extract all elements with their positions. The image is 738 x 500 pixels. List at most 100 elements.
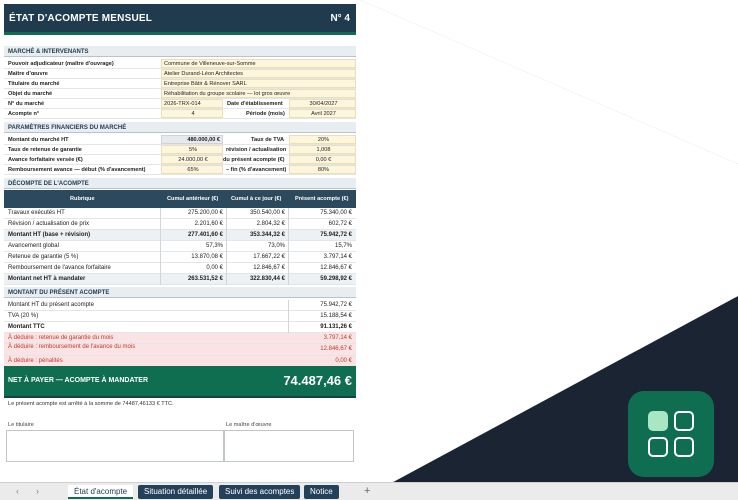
- summary-row: TVA (20 %) 15.188,54 €: [4, 311, 356, 322]
- summary-label: À déduire : pénalités: [8, 358, 63, 364]
- retenue-field[interactable]: 5%: [161, 145, 223, 154]
- summary-value[interactable]: 0,00 €: [289, 358, 352, 364]
- row-acompte: Acompte n° 4 Période (mois) Avril 2027: [4, 109, 356, 119]
- table-row: Révision / actualisation de prix 2.201,6…: [4, 219, 356, 230]
- acompte-field[interactable]: 4: [161, 109, 223, 118]
- tab-suivi-acomptes[interactable]: Suivi des acomptes: [219, 485, 301, 499]
- tab-etat-acompte[interactable]: État d'acompte: [68, 485, 134, 499]
- row-label: Remboursement de l'avance forfaitaire: [8, 265, 111, 271]
- row-retenue: Taux de retenue de garantie 5% révision …: [4, 145, 356, 155]
- sig-moe-label: Le maître d'œuvre: [226, 422, 272, 428]
- date-label: Date d'établissement: [227, 101, 283, 107]
- summary-row-deduction: À déduire : retenue de garantie du mois …: [4, 333, 356, 344]
- cell-present[interactable]: 75.340,00 €: [289, 210, 352, 216]
- summary-value[interactable]: 12.846,67 €: [289, 346, 352, 352]
- cell-present[interactable]: 602,72 €: [289, 221, 352, 227]
- titulaire-label: Titulaire du marché: [8, 81, 60, 87]
- cell-anterieur[interactable]: 0,00 €: [161, 265, 223, 271]
- montant-label: Montant du marché HT: [8, 137, 69, 143]
- summary-row-deduction: À déduire : remboursement de l'avance du…: [4, 344, 356, 356]
- row-avance: Avance forfaitaire versée (€) 24.000,00 …: [4, 155, 356, 165]
- tva-label: Taux de TVA: [251, 137, 285, 143]
- tab-notice[interactable]: Notice: [304, 485, 339, 499]
- cell-anterieur[interactable]: 275.200,00 €: [161, 210, 223, 216]
- table-row-total-ht: Montant HT (base + révision) 277.401,60 …: [4, 230, 356, 241]
- tab-situation-detaillee[interactable]: Situation détaillée: [138, 485, 214, 499]
- cell-present[interactable]: 3.797,14 €: [289, 254, 352, 260]
- net-value: 74.487,46 €: [283, 373, 352, 388]
- summary-row-ttc: Montant TTC 91.131,26 €: [4, 322, 356, 333]
- grid-square-icon: [674, 411, 694, 431]
- tva-field[interactable]: 20%: [289, 135, 356, 144]
- avance-label: Avance forfaitaire versée (€): [8, 157, 83, 163]
- cell-anterieur[interactable]: 57,3%: [161, 243, 223, 249]
- cell-anterieur[interactable]: 13.870,08 €: [161, 254, 223, 260]
- summary-value[interactable]: 75.942,72 €: [289, 302, 352, 308]
- row-remboursement: Remboursement avance — début (% d'avance…: [4, 165, 356, 175]
- cell-anterieur[interactable]: 277.401,60 €: [161, 232, 223, 238]
- cell-present[interactable]: 15,7%: [289, 243, 352, 249]
- pouvoir-label: Pouvoir adjudicateur (maître d'ouvrage): [8, 61, 114, 67]
- row-label: Montant net HT à mandater: [8, 276, 86, 282]
- fin-label: – fin (% d'avancement): [226, 167, 287, 173]
- add-sheet-icon[interactable]: +: [364, 485, 370, 497]
- table-row: Avancement global 57,3% 73,0% 15,7%: [4, 241, 356, 252]
- cell-jour[interactable]: 12.846,67 €: [227, 265, 285, 271]
- sig-titulaire-box[interactable]: [6, 430, 224, 462]
- acompte-number: N° 4: [330, 13, 350, 24]
- cell-jour[interactable]: 350.540,00 €: [227, 210, 285, 216]
- summary-value[interactable]: 91.131,26 €: [289, 324, 352, 330]
- summary-row: Montant HT du présent acompte 75.942,72 …: [4, 300, 356, 311]
- cell-present[interactable]: 59.298,92 €: [289, 276, 352, 282]
- row-label: Retenue de garantie (5 %): [8, 254, 79, 260]
- montant-field[interactable]: 480.000,00 €: [161, 135, 223, 144]
- cell-jour[interactable]: 17.667,22 €: [227, 254, 285, 260]
- section-decompte: DÉCOMPTE DE L'ACOMPTE: [4, 178, 356, 189]
- cell-jour[interactable]: 2.804,32 €: [227, 221, 285, 227]
- summary-label: À déduire : retenue de garantie du mois: [8, 335, 114, 341]
- acompte-sheet: ÉTAT D'ACOMPTE MENSUEL N° 4 MARCHÉ & INT…: [4, 4, 356, 462]
- num-field[interactable]: 2026-TRX-014: [161, 99, 223, 108]
- row-label: Montant HT (base + révision): [8, 232, 91, 238]
- date-field[interactable]: 30/04/2027: [289, 99, 356, 108]
- periode-field[interactable]: Avril 2027: [289, 109, 356, 118]
- tab-next-icon[interactable]: ›: [36, 486, 39, 496]
- sig-titulaire-label: Le titulaire: [8, 422, 34, 428]
- objet-field[interactable]: Réhabilitation du groupe scolaire — lot …: [161, 89, 356, 98]
- cell-anterieur[interactable]: 2.201,60 €: [161, 221, 223, 227]
- acompte-label: Acompte n°: [8, 111, 40, 117]
- pouvoir-field[interactable]: Commune de Villeneuve-sur-Somme: [161, 59, 356, 68]
- row-titulaire: Titulaire du marché Entreprise Bâtir & R…: [4, 79, 356, 89]
- summary-value[interactable]: 15.188,54 €: [289, 313, 352, 319]
- tab-prev-icon[interactable]: ‹: [16, 486, 19, 496]
- revision-field[interactable]: 1,008: [289, 145, 356, 154]
- moe-field[interactable]: Atelier Durand-Léon Architectes: [161, 69, 356, 78]
- cell-jour[interactable]: 353.344,32 €: [227, 232, 285, 238]
- section-financiers: PARAMÈTRES FINANCIERS DU MARCHÉ: [4, 122, 356, 133]
- cell-anterieur[interactable]: 263.531,52 €: [161, 276, 223, 282]
- titulaire-field[interactable]: Entreprise Bâtir & Rénover SARL: [161, 79, 356, 88]
- cell-jour[interactable]: 322.830,44 €: [227, 276, 285, 282]
- remb-field[interactable]: 65%: [161, 165, 223, 174]
- sheet-title: ÉTAT D'ACOMPTE MENSUEL: [9, 13, 153, 24]
- net-stripe: [4, 396, 356, 398]
- table-row: Remboursement de l'avance forfaitaire 0,…: [4, 263, 356, 274]
- row-label: Révision / actualisation de prix: [8, 221, 90, 227]
- row-label: Travaux exécutés HT: [8, 210, 65, 216]
- avance-field[interactable]: 24.000,00 €: [161, 155, 223, 164]
- row-pouvoir: Pouvoir adjudicateur (maître d'ouvrage) …: [4, 59, 356, 69]
- summary-value[interactable]: 3.797,14 €: [289, 335, 352, 341]
- table-row-net: Montant net HT à mandater 263.531,52 € 3…: [4, 274, 356, 285]
- cell-present[interactable]: 12.846,67 €: [289, 265, 352, 271]
- app-grid-icon[interactable]: [628, 391, 714, 477]
- header-cumul-jour: Cumul à ce jour (€): [231, 196, 282, 202]
- sig-moe-box[interactable]: [224, 430, 354, 462]
- row-moe: Maître d'œuvre Atelier Durand-Léon Archi…: [4, 69, 356, 79]
- remb-label: Remboursement avance — début (% d'avance…: [8, 167, 146, 173]
- fin-field[interactable]: 80%: [289, 165, 356, 174]
- cell-jour[interactable]: 73,0%: [227, 243, 285, 249]
- present-label: du présent acompte (€): [223, 157, 285, 163]
- summary-label: Montant HT du présent acompte: [8, 302, 94, 308]
- cell-present[interactable]: 75.942,72 €: [289, 232, 352, 238]
- present-field[interactable]: 0,00 €: [289, 155, 356, 164]
